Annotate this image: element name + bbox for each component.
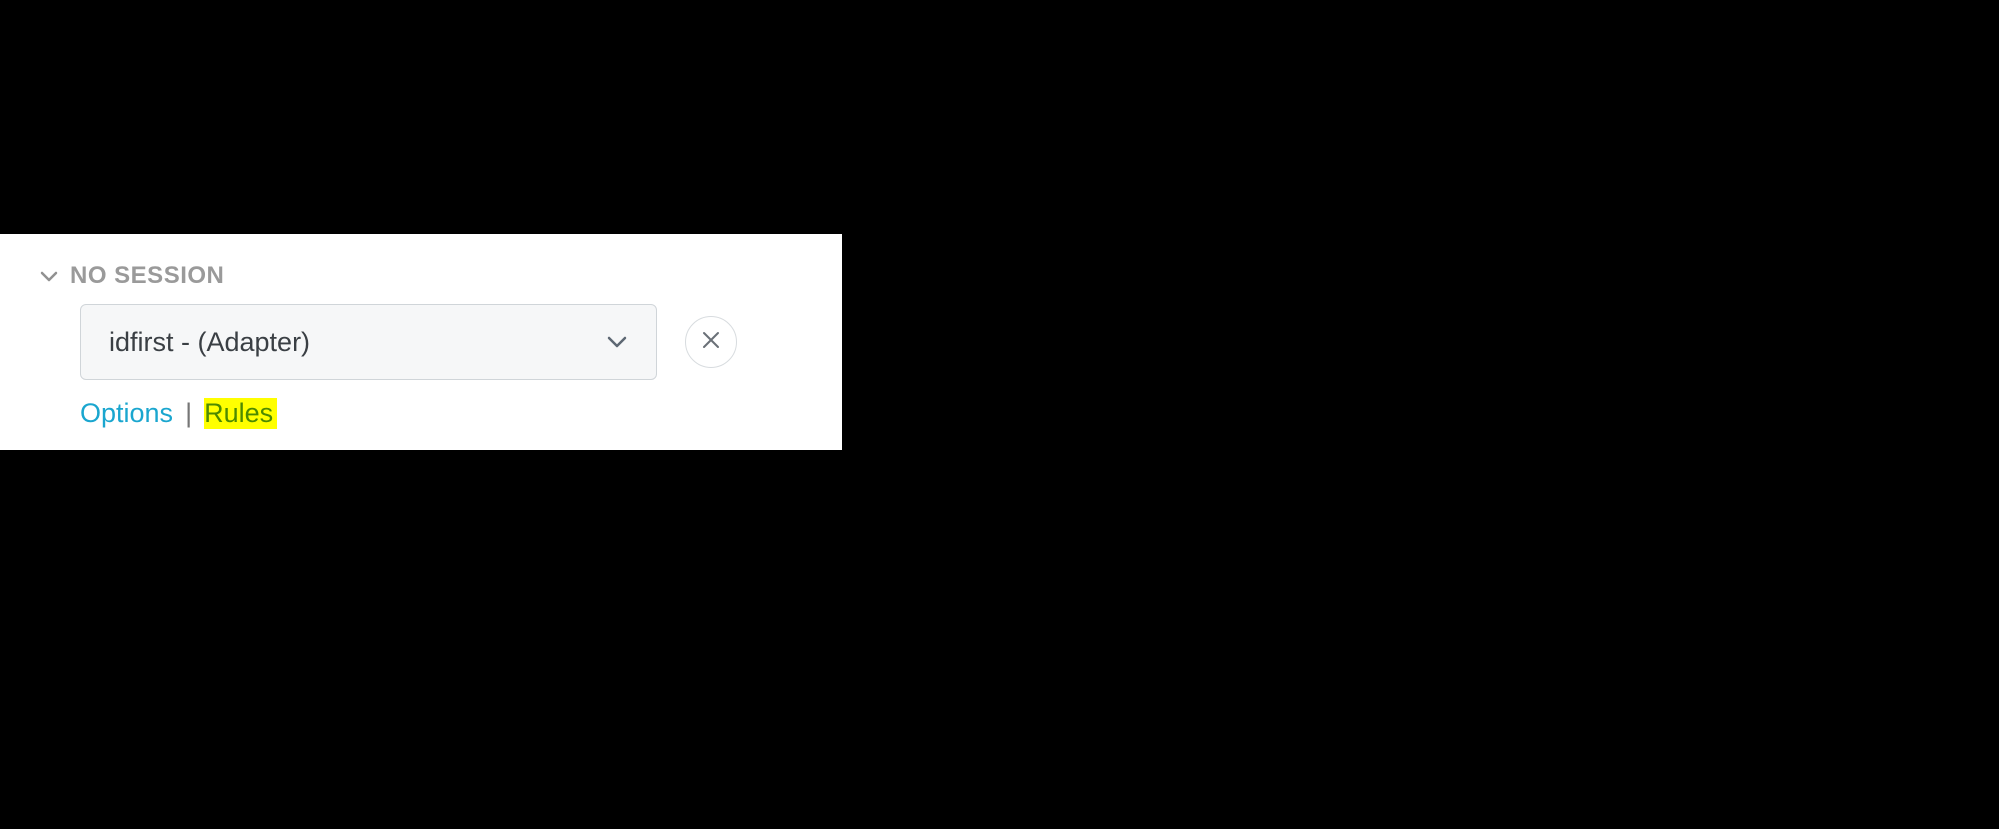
- links-row: Options | Rules: [80, 398, 802, 429]
- select-value: idfirst - (Adapter): [109, 327, 310, 358]
- section-title: NO SESSION: [70, 262, 224, 290]
- options-link[interactable]: Options: [80, 398, 173, 429]
- chevron-down-icon: [40, 267, 58, 285]
- close-button[interactable]: [685, 316, 737, 368]
- chevron-down-icon: [606, 335, 628, 349]
- link-separator: |: [185, 398, 192, 429]
- adapter-select[interactable]: idfirst - (Adapter): [80, 304, 657, 380]
- close-icon: [701, 330, 721, 355]
- select-row: idfirst - (Adapter): [80, 304, 802, 380]
- rules-link[interactable]: Rules: [204, 398, 277, 429]
- section-header[interactable]: NO SESSION: [40, 262, 802, 290]
- session-panel: NO SESSION idfirst - (Adapter) Options |…: [0, 234, 842, 450]
